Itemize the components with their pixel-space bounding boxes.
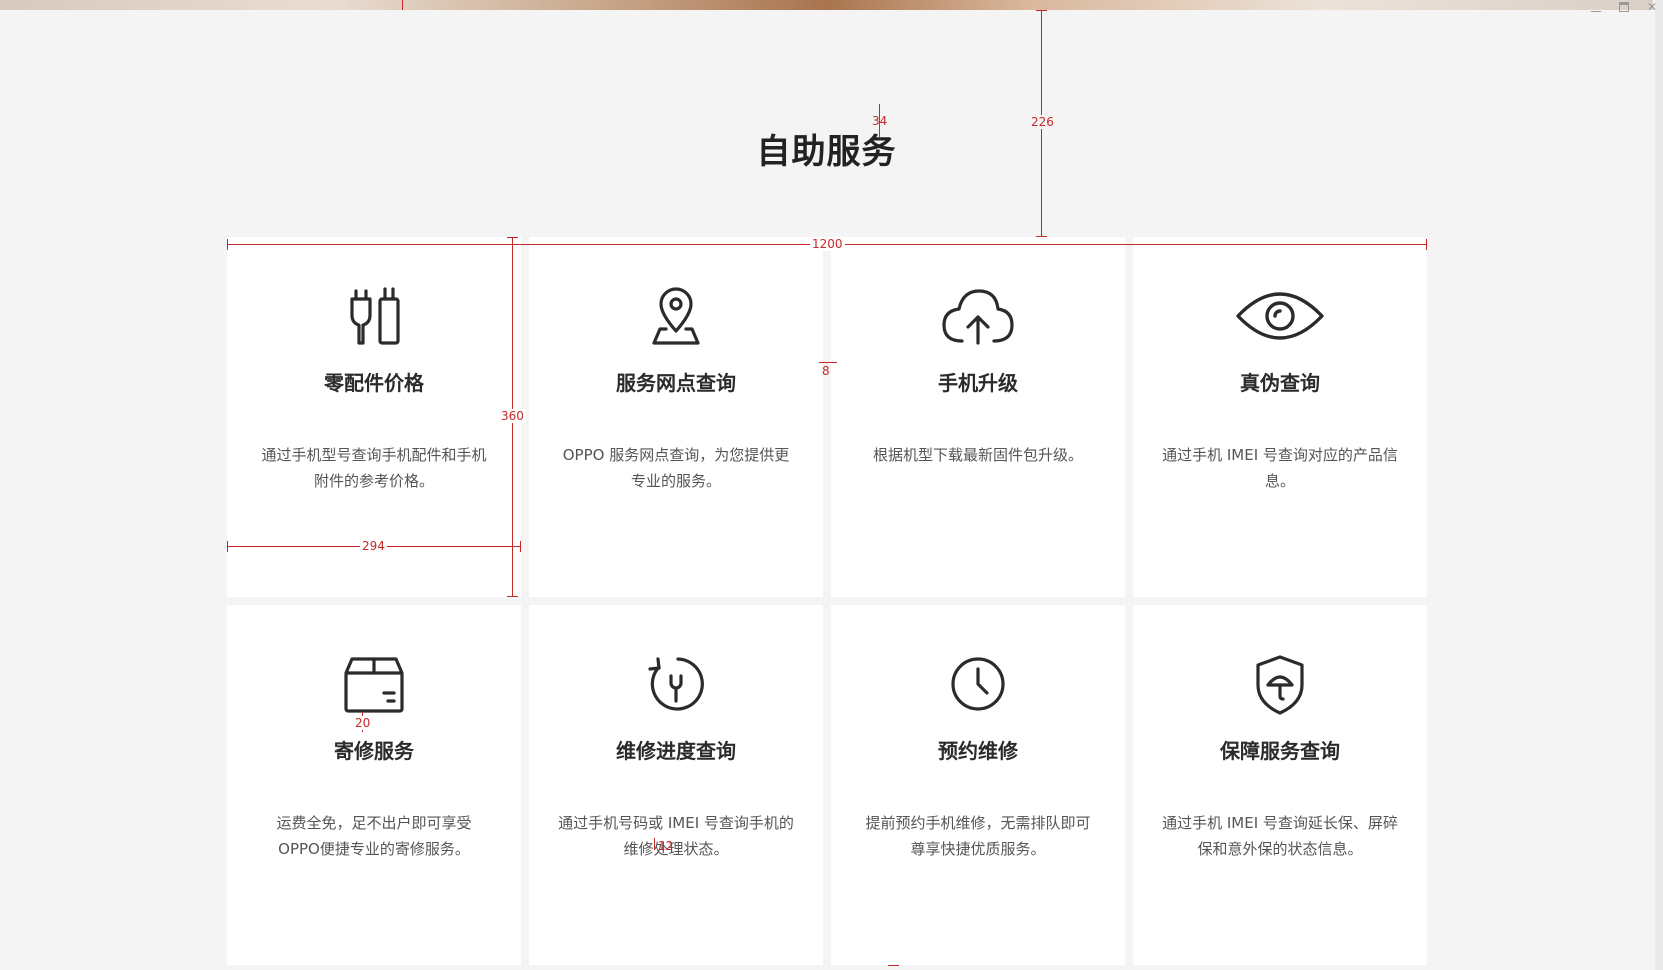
- card-book-repair[interactable]: 预约维修 提前预约手机维修，无需排队即可尊享快捷优质服务。: [831, 605, 1125, 965]
- card-description: 通过手机型号查询手机配件和手机附件的参考价格。: [261, 446, 487, 490]
- service-grid: 零配件价格 通过手机型号查询手机配件和手机附件的参考价格。 服务网点查询 OPP…: [227, 237, 1427, 965]
- charger-cable-icon: [326, 285, 422, 347]
- card-description: 通过手机 IMEI 号查询延长保、屏碎保和意外保的状态信息。: [1162, 814, 1398, 858]
- cloud-upload-icon: [930, 285, 1026, 347]
- card-description: 通过手机 IMEI 号查询对应的产品信息。: [1162, 446, 1398, 490]
- card-title: 维修进度查询: [616, 739, 736, 763]
- measure-line: [654, 838, 655, 850]
- wrench-refresh-icon: [628, 653, 724, 715]
- measure-tick: [507, 237, 518, 238]
- card-description: 根据机型下载最新固件包升级。: [872, 446, 1083, 464]
- card-authenticity[interactable]: 真伪查询 通过手机 IMEI 号查询对应的产品信息。: [1133, 237, 1427, 597]
- measure-label: 1200: [810, 237, 845, 251]
- card-phone-upgrade[interactable]: 手机升级 根据机型下载最新固件包升级。: [831, 237, 1125, 597]
- measure-line: [819, 362, 837, 363]
- measure-label: 20: [353, 716, 373, 730]
- card-description: OPPO 服务网点查询，为您提供更专业的服务。: [562, 446, 790, 490]
- measure-label: 294: [360, 539, 387, 553]
- measure-label: 360: [499, 409, 526, 423]
- card-title: 真伪查询: [1240, 371, 1320, 395]
- measure-tick: [520, 541, 521, 552]
- maximize-icon[interactable]: [1617, 0, 1631, 14]
- card-mail-repair[interactable]: 寄修服务 运费全免，足不出户即可享受OPPO便捷专业的寄修服务。: [227, 605, 521, 965]
- card-description: 运费全免，足不出户即可享受OPPO便捷专业的寄修服务。: [276, 814, 472, 858]
- hero-banner-strip: [0, 0, 1653, 10]
- card-title: 寄修服务: [334, 739, 414, 763]
- package-box-icon: [326, 653, 422, 715]
- card-title: 服务网点查询: [616, 371, 736, 395]
- close-icon[interactable]: ✕: [1645, 0, 1659, 14]
- measure-tick: [227, 541, 228, 552]
- card-description: 提前预约手机维修，无需排队即可尊享快捷优质服务。: [865, 814, 1091, 858]
- measure-label: 12: [658, 839, 674, 853]
- measure-label: 226: [1029, 115, 1056, 129]
- window-edge: [1655, 0, 1663, 970]
- card-title: 手机升级: [938, 371, 1018, 395]
- shield-umbrella-icon: [1232, 653, 1328, 715]
- measure-tick: [227, 239, 228, 250]
- card-description: 通过手机号码或 IMEI 号查询手机的维修处理状态。: [558, 814, 794, 858]
- measure-tick: [402, 0, 403, 10]
- card-service-locator[interactable]: 服务网点查询 OPPO 服务网点查询，为您提供更专业的服务。: [529, 237, 823, 597]
- window-controls: ✕: [1589, 0, 1663, 20]
- measure-tick: [888, 965, 899, 966]
- card-title: 零配件价格: [324, 371, 424, 395]
- measure-tick: [1426, 239, 1427, 250]
- section-title: 自助服务: [756, 132, 897, 173]
- card-title: 保障服务查询: [1220, 739, 1340, 763]
- card-warranty[interactable]: 保障服务查询 通过手机 IMEI 号查询延长保、屏碎保和意外保的状态信息。: [1133, 605, 1427, 965]
- measure-tick: [507, 596, 518, 597]
- eye-icon: [1232, 285, 1328, 347]
- measure-label: 8: [822, 364, 830, 378]
- map-pin-icon: [628, 285, 724, 347]
- clock-icon: [930, 653, 1026, 715]
- measure-tick: [1036, 10, 1047, 11]
- measure-tick: [1036, 236, 1047, 237]
- card-repair-progress[interactable]: 维修进度查询 通过手机号码或 IMEI 号查询手机的维修处理状态。: [529, 605, 823, 965]
- card-title: 预约维修: [938, 739, 1018, 763]
- minimize-icon[interactable]: [1589, 0, 1603, 14]
- measure-label: 34: [872, 114, 888, 128]
